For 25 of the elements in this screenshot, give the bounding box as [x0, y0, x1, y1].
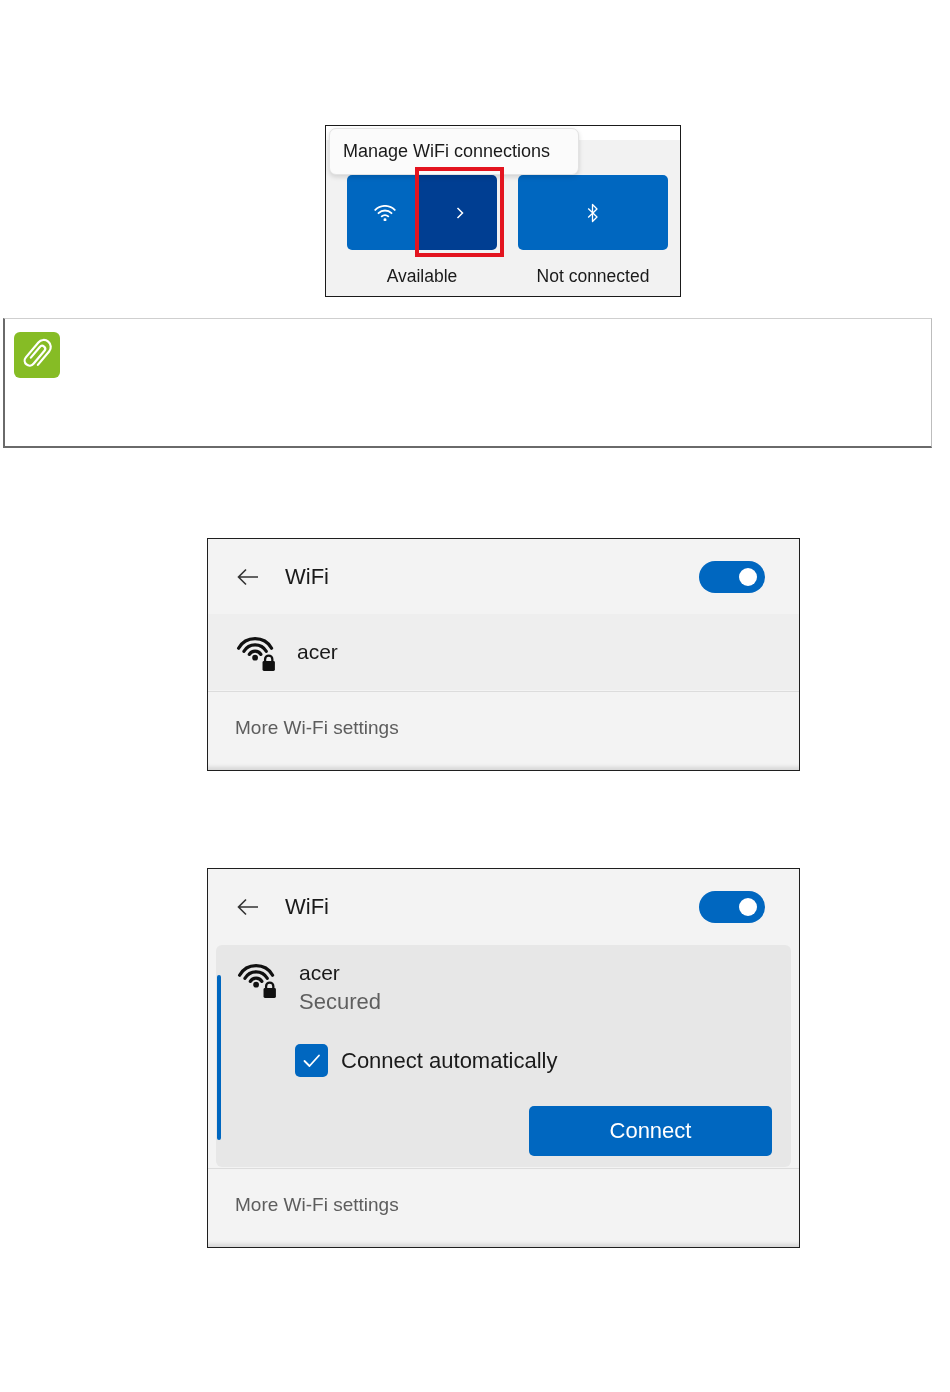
auto-connect-label[interactable]: Connect automatically — [341, 1046, 558, 1075]
back-arrow-icon[interactable] — [237, 897, 259, 916]
paperclip-icon — [14, 332, 60, 378]
settings-link[interactable]: More Wi-Fi settings — [235, 717, 399, 738]
wifi-toggle-switch[interactable] — [699, 560, 765, 593]
panel-title: WiFi — [285, 562, 329, 591]
settings-link[interactable]: More Wi-Fi settings — [235, 1194, 399, 1215]
network-status: Secured — [299, 988, 381, 1016]
connect-button[interactable]: Connect — [529, 1106, 772, 1156]
wifi-icon — [374, 204, 396, 221]
bluetooth-icon — [587, 202, 599, 223]
wifi-toggle-switch[interactable] — [699, 890, 765, 923]
network-name: acer — [297, 639, 338, 665]
wifi-toggle-button[interactable] — [347, 175, 417, 250]
tile-status-label: Available — [386, 265, 458, 287]
network-item[interactable]: acer Secured Connect automatically Connect — [216, 945, 791, 1167]
chevron-right-icon — [456, 206, 464, 219]
bluetooth-toggle-button[interactable] — [518, 175, 668, 250]
panel-title: WiFi — [285, 892, 329, 921]
network-name: acer — [299, 960, 340, 986]
tooltip: Manage WiFi connections — [329, 128, 579, 175]
auto-connect-checkbox[interactable] — [295, 1044, 328, 1077]
tile-status-label: Not connected — [536, 265, 650, 287]
network-item[interactable]: acer — [208, 614, 799, 690]
back-arrow-icon[interactable] — [237, 567, 259, 586]
